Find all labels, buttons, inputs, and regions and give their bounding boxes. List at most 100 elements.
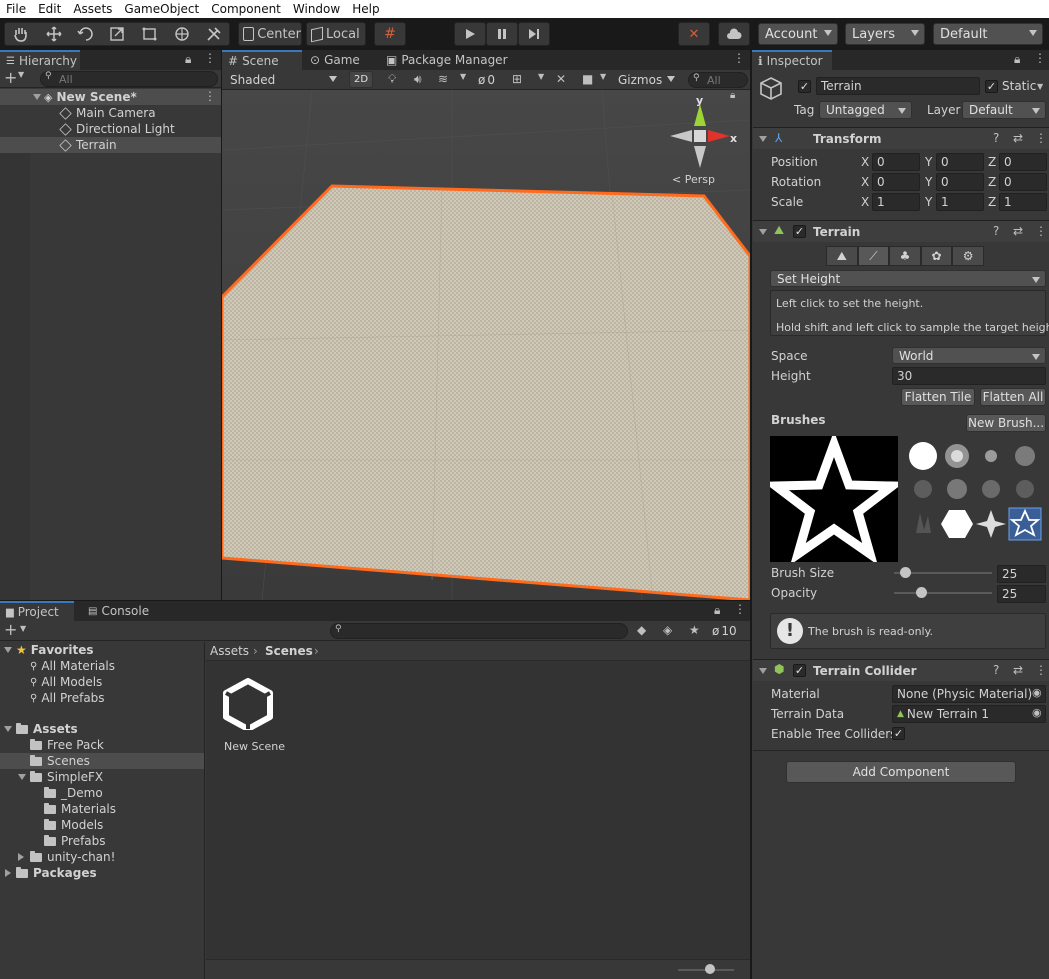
fold-arrow-icon[interactable] bbox=[759, 668, 767, 674]
hierarchy-item-directional-light[interactable]: Directional Light bbox=[59, 121, 175, 137]
chevron-down-icon[interactable]: ▼ bbox=[1037, 82, 1043, 91]
tab-package-manager[interactable]: ▣ Package Manager bbox=[380, 50, 520, 70]
flatten-tile-button[interactable]: Flatten Tile bbox=[901, 388, 975, 406]
position-z-field[interactable]: 0 bbox=[999, 153, 1047, 171]
folder-unity-chan[interactable]: unity-chan! bbox=[30, 849, 115, 865]
scene-row[interactable]: ◈ New Scene* bbox=[44, 89, 137, 105]
rotation-x-field[interactable]: 0 bbox=[872, 173, 920, 191]
active-checkbox[interactable]: ✓ bbox=[798, 80, 811, 93]
height-field[interactable]: 30 bbox=[892, 367, 1046, 385]
lock-icon[interactable]: 🔒︎ bbox=[1014, 52, 1020, 67]
assets-folder-row[interactable]: Assets bbox=[16, 721, 78, 737]
new-brush-button[interactable]: New Brush... bbox=[966, 414, 1046, 432]
favorite-all-prefabs[interactable]: ⚲ All Prefabs bbox=[30, 690, 105, 706]
cloud-button[interactable] bbox=[718, 22, 750, 46]
tab-console[interactable]: ▤ Console bbox=[82, 601, 162, 621]
help-icon[interactable]: ? bbox=[993, 663, 999, 677]
pivot-local-button[interactable]: Local bbox=[306, 22, 366, 46]
layers-dropdown[interactable]: Layers bbox=[845, 23, 925, 45]
static-checkbox[interactable]: ✓ bbox=[985, 80, 998, 93]
menu-file[interactable]: File bbox=[0, 2, 32, 16]
fold-arrow-icon[interactable] bbox=[33, 94, 41, 100]
project-search-input[interactable] bbox=[330, 623, 628, 639]
scale-z-field[interactable]: 1 bbox=[999, 193, 1047, 211]
rect-tool-icon[interactable] bbox=[141, 26, 159, 45]
preset-icon[interactable]: ⇄ bbox=[1013, 131, 1023, 145]
flatten-all-button[interactable]: Flatten All bbox=[980, 388, 1046, 406]
terrain-tool-dropdown[interactable]: Set Height bbox=[770, 270, 1046, 287]
scale-x-field[interactable]: 1 bbox=[872, 193, 920, 211]
preset-icon[interactable]: ⇄ bbox=[1013, 663, 1023, 677]
scene-more-icon[interactable]: ⋮ bbox=[204, 89, 216, 103]
favorite-all-materials[interactable]: ⚲ All Materials bbox=[30, 658, 115, 674]
more-icon[interactable]: ⋮ bbox=[1035, 131, 1047, 145]
menu-help[interactable]: Help bbox=[346, 2, 385, 16]
opacity-field[interactable]: 25 bbox=[997, 585, 1046, 603]
packages-row[interactable]: Packages bbox=[16, 865, 97, 881]
more-icon[interactable]: ⋮ bbox=[733, 51, 745, 65]
favorite-all-models[interactable]: ⚲ All Models bbox=[30, 674, 102, 690]
tab-inspector[interactable]: ℹ Inspector bbox=[752, 50, 832, 70]
position-y-field[interactable]: 0 bbox=[936, 153, 984, 171]
fold-arrow-icon[interactable] bbox=[18, 774, 26, 780]
audio-toggle-icon[interactable]: 🔊︎ bbox=[414, 72, 422, 87]
paint-trees-icon[interactable]: ♣ bbox=[889, 246, 921, 266]
chevron-down-icon[interactable]: ▼ bbox=[18, 70, 24, 79]
fold-arrow-icon[interactable] bbox=[759, 136, 767, 142]
help-icon[interactable]: ? bbox=[993, 224, 999, 238]
asset-new-scene[interactable]: New Scene bbox=[220, 678, 285, 753]
fold-arrow-right-icon[interactable] bbox=[18, 853, 24, 861]
tab-scene[interactable]: # Scene bbox=[222, 50, 302, 70]
menu-component[interactable]: Component bbox=[205, 2, 287, 16]
folder-models[interactable]: Models bbox=[44, 817, 103, 833]
breadcrumb-assets[interactable]: Assets bbox=[210, 644, 249, 658]
lock-icon[interactable]: 🔒︎ bbox=[714, 603, 720, 618]
favorites-row[interactable]: ★ Favorites bbox=[16, 642, 93, 658]
fold-arrow-icon[interactable] bbox=[4, 647, 12, 653]
terrain-settings-gear-icon[interactable]: ⚙ bbox=[952, 246, 984, 266]
fold-arrow-icon[interactable] bbox=[759, 229, 767, 235]
play-button[interactable] bbox=[454, 22, 486, 46]
hierarchy-item-main-camera[interactable]: Main Camera bbox=[59, 105, 156, 121]
raise-lower-terrain-icon[interactable]: ⛰︎ bbox=[826, 246, 858, 266]
chevron-down-icon[interactable]: ▼ bbox=[538, 72, 544, 81]
grid-toggle-icon[interactable]: ⊞ bbox=[512, 72, 522, 86]
add-component-button[interactable]: Add Component bbox=[786, 761, 1016, 783]
layout-dropdown[interactable]: Default bbox=[933, 23, 1043, 45]
folder-free-pack[interactable]: Free Pack bbox=[30, 737, 104, 753]
folder-materials[interactable]: Materials bbox=[44, 801, 116, 817]
account-dropdown[interactable]: Account bbox=[758, 23, 838, 45]
favorite-star-icon[interactable]: ★ bbox=[689, 623, 700, 637]
more-icon[interactable]: ⋮ bbox=[1034, 51, 1046, 65]
menu-edit[interactable]: Edit bbox=[32, 2, 67, 16]
hierarchy-item-terrain[interactable]: Terrain bbox=[59, 137, 117, 153]
brush-size-slider-thumb[interactable] bbox=[900, 567, 912, 578]
tag-dropdown[interactable]: Untagged bbox=[819, 101, 912, 119]
object-picker-icon[interactable]: ◉ bbox=[1032, 706, 1042, 719]
layer-dropdown[interactable]: Default bbox=[962, 101, 1046, 119]
fold-arrow-right-icon[interactable] bbox=[5, 869, 11, 877]
step-button[interactable] bbox=[518, 22, 550, 46]
filter-by-type-icon[interactable]: ◆ bbox=[637, 623, 646, 637]
icon-size-slider-thumb[interactable] bbox=[705, 964, 715, 974]
grid-snap-button[interactable]: # bbox=[374, 22, 406, 46]
help-icon[interactable]: ? bbox=[993, 131, 999, 145]
lock-icon[interactable]: 🔒︎ bbox=[730, 90, 735, 101]
rotation-y-field[interactable]: 0 bbox=[936, 173, 984, 191]
hidden-objects-toggle[interactable]: ø0 bbox=[478, 72, 495, 88]
collab-button[interactable]: ✕ bbox=[678, 22, 710, 46]
more-icon[interactable]: ⋮ bbox=[204, 51, 216, 65]
terrain-enabled-checkbox[interactable]: ✓ bbox=[793, 225, 806, 238]
move-tool-icon[interactable] bbox=[45, 26, 63, 45]
more-icon[interactable]: ⋮ bbox=[734, 602, 746, 616]
scale-tool-icon[interactable] bbox=[109, 26, 127, 45]
more-icon[interactable]: ⋮ bbox=[1035, 224, 1047, 238]
filter-by-label-icon[interactable]: ◈ bbox=[663, 623, 672, 637]
chevron-down-icon[interactable]: ▼ bbox=[460, 72, 466, 81]
scene-viewport[interactable]: y x 🔒︎ < Persp bbox=[222, 90, 750, 600]
scale-y-field[interactable]: 1 bbox=[936, 193, 984, 211]
chevron-down-icon[interactable]: ▼ bbox=[20, 624, 26, 633]
add-icon[interactable]: + bbox=[4, 68, 17, 87]
hierarchy-search-input[interactable]: All bbox=[40, 71, 218, 87]
collider-enabled-checkbox[interactable]: ✓ bbox=[793, 664, 806, 677]
